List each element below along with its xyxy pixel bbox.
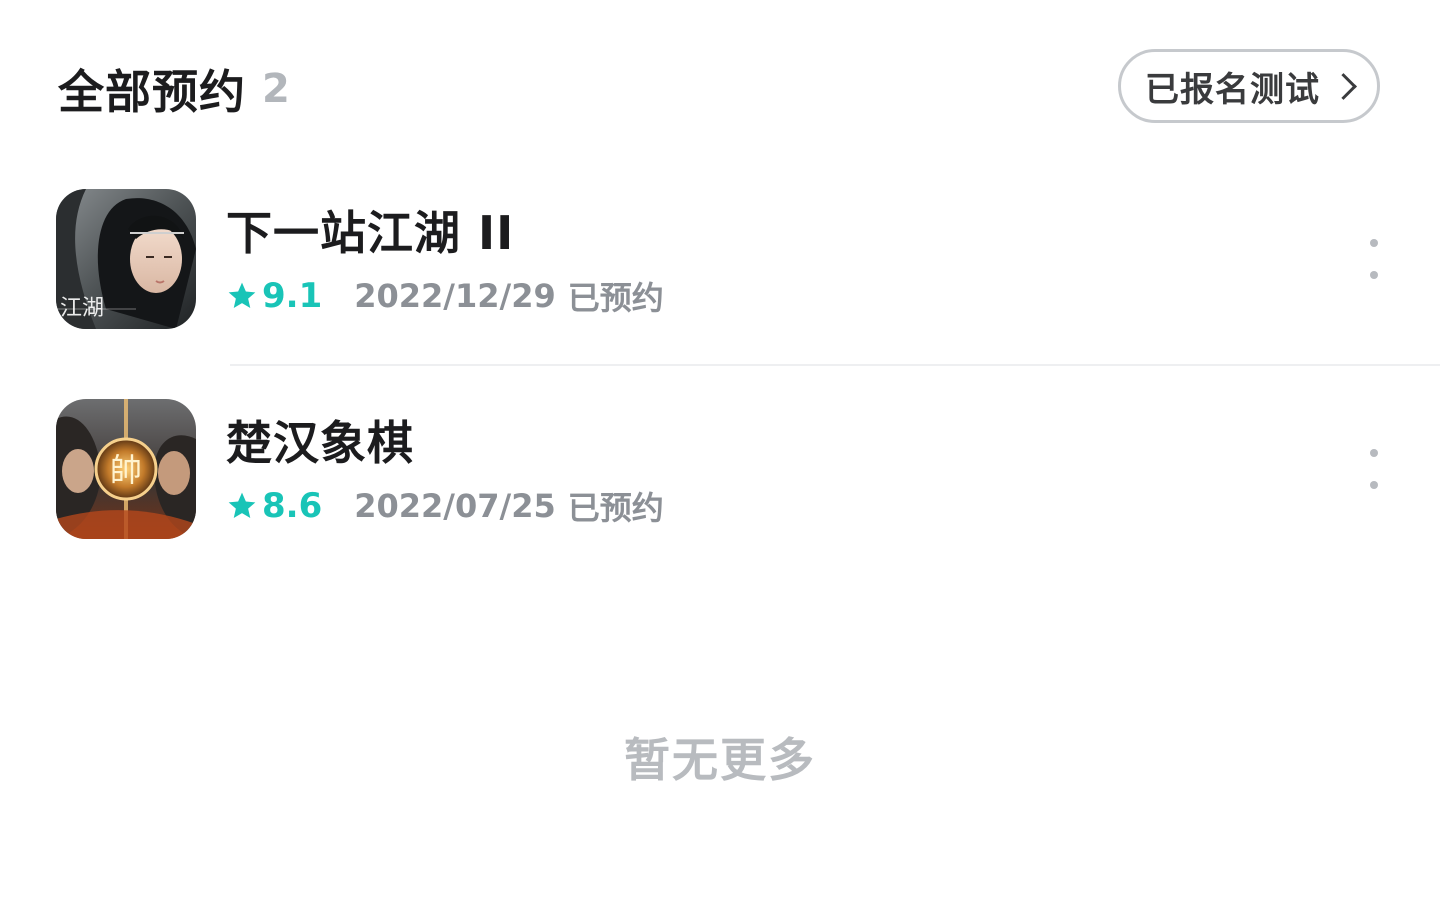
page-header: 全部预约 2 (58, 50, 290, 128)
svg-text:江湖: 江湖 (60, 296, 104, 321)
jianghu-game-icon[interactable]: 江湖 (56, 189, 196, 329)
more-dot (1370, 481, 1378, 489)
chevron-right-icon (1330, 72, 1357, 100)
game-title[interactable]: 下一站江湖 II (226, 197, 514, 263)
reservation-date: 2022/07/25 (354, 487, 556, 525)
game-meta: 8.6 2022/07/25 已预约 (226, 483, 664, 529)
svg-text:帥: 帥 (110, 451, 142, 489)
more-dot (1370, 239, 1378, 247)
reservations-page: 全部预约 2 已报名测试 江湖 下一站江湖 II 9.1 2022/12/29 … (0, 0, 1440, 916)
registered-tests-label: 已报名测试 (1145, 69, 1320, 110)
reservation-count: 2 (262, 66, 290, 112)
star-icon (228, 282, 256, 308)
list-item[interactable]: 帥 楚汉象棋 8.6 2022/07/25 已预约 (56, 399, 1440, 539)
more-options-button[interactable] (1360, 239, 1388, 279)
no-more-text: 暂无更多 (624, 733, 816, 787)
star-icon (228, 492, 256, 518)
more-dot (1370, 449, 1378, 457)
game-meta: 9.1 2022/12/29 已预约 (226, 273, 664, 319)
rating-score: 8.6 (262, 486, 323, 526)
list-item[interactable]: 江湖 下一站江湖 II 9.1 2022/12/29 已预约 (56, 189, 1440, 329)
more-dot (1370, 271, 1378, 279)
reservation-status: 已预约 (567, 279, 664, 317)
game-title[interactable]: 楚汉象棋 (226, 407, 414, 473)
reservation-status: 已预约 (567, 489, 664, 527)
registered-tests-button[interactable]: 已报名测试 (1118, 49, 1380, 123)
more-options-button[interactable] (1360, 449, 1388, 489)
list-divider (230, 364, 1440, 366)
rating-score: 9.1 (262, 276, 323, 316)
page-title: 全部预约 (58, 65, 246, 119)
reservation-date: 2022/12/29 (354, 277, 556, 315)
chuhan-chess-game-icon[interactable]: 帥 (56, 399, 196, 539)
